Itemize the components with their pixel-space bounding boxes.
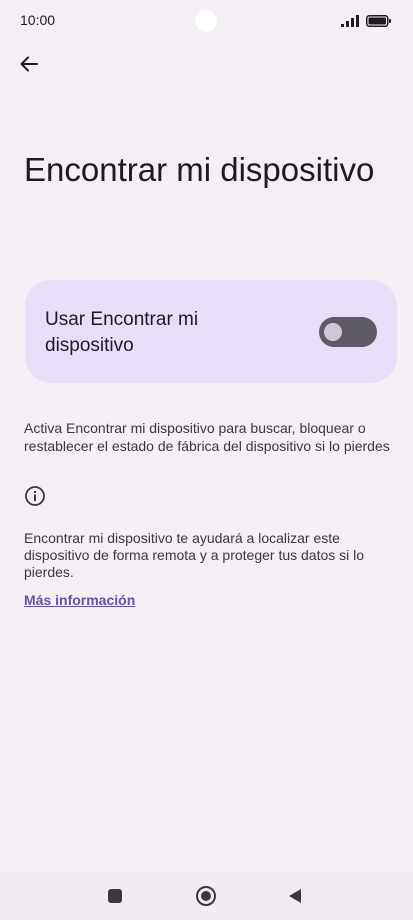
page-title: Encontrar mi dispositivo [24,151,375,188]
arrow-back-icon [20,56,38,72]
triangle-back-icon[interactable] [288,888,302,909]
use-find-my-device-card[interactable]: Usar Encontrar mi dispositivo [25,280,397,383]
status-time: 10:00 [20,12,56,28]
more-info-link[interactable]: Más información [24,592,135,608]
toggle-label: Usar Encontrar mi dispositivo [45,309,199,356]
info-icon [24,485,46,512]
info-text: Encontrar mi dispositivo te ayudará a lo… [24,530,365,580]
circle-icon[interactable] [196,886,216,906]
status-bar: 10:00 [0,0,413,40]
home-dot [201,891,211,901]
navigation-bar [0,872,413,920]
battery-icon [366,14,392,32]
description-text: Activa Encontrar mi dispositivo para bus… [24,420,390,454]
toggle-thumb [324,323,342,341]
camera-cutout [195,10,217,32]
square-icon[interactable] [108,889,122,903]
signal-icon [341,14,361,32]
screen: 10:00 Encontrar mi dispositivo Usar Enco… [0,0,413,920]
back-button[interactable] [14,50,44,78]
find-my-device-toggle[interactable] [319,317,377,347]
